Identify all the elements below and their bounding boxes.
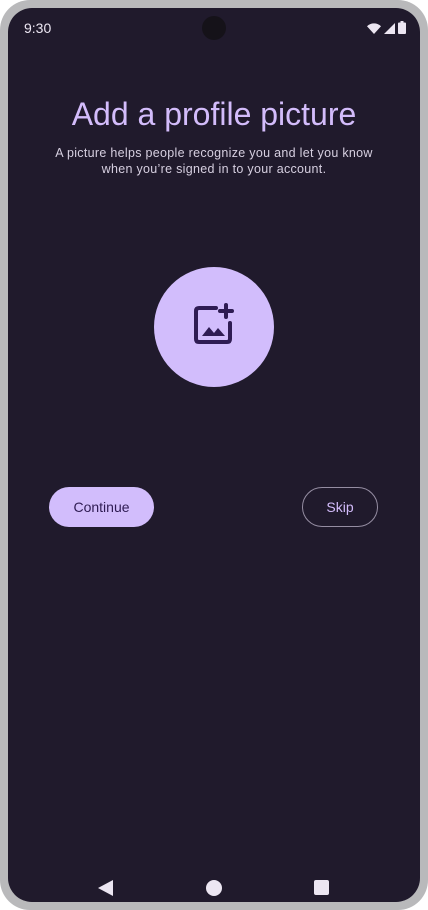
battery-icon: [398, 21, 406, 39]
status-time: 9:30: [24, 20, 52, 36]
recents-icon[interactable]: [314, 880, 329, 895]
status-icons: [367, 21, 406, 39]
signal-icon: [384, 21, 395, 39]
skip-button[interactable]: Skip: [302, 487, 378, 527]
home-icon[interactable]: [206, 880, 222, 896]
status-bar: 9:30: [8, 8, 420, 48]
back-icon[interactable]: [98, 880, 113, 901]
add-photo-icon: [192, 302, 236, 352]
continue-button[interactable]: Continue: [49, 487, 154, 527]
add-profile-picture-button[interactable]: [154, 267, 274, 387]
wifi-icon: [367, 21, 381, 39]
camera-cutout: [202, 16, 226, 40]
page-subtitle: A picture helps people recognize you and…: [55, 146, 373, 176]
page-title: Add a profile picture: [71, 96, 357, 132]
navigation-bar: [8, 872, 420, 902]
screen: 9:30 Add a profile picture A picture hel…: [8, 8, 420, 902]
device: 9:30 Add a profile picture A picture hel…: [0, 0, 428, 910]
